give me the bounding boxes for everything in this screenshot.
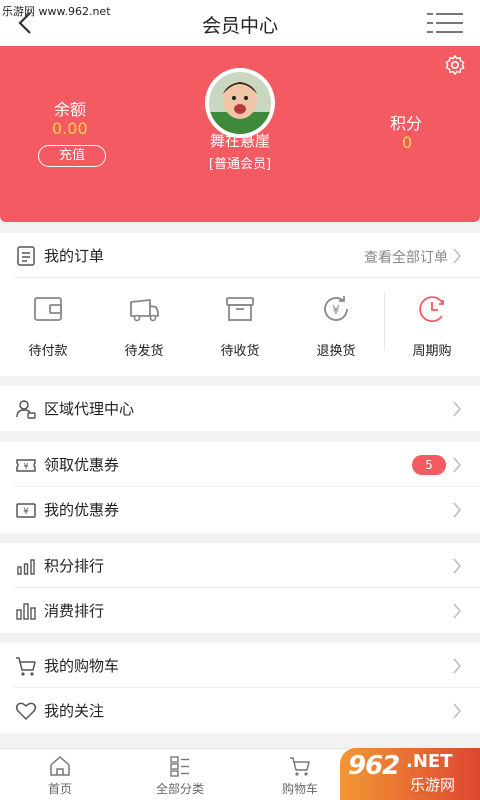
view-all-orders-link[interactable]: 查看全部订单 — [364, 247, 448, 267]
my-follow-label: 我的关注 — [44, 702, 105, 720]
avatar[interactable] — [205, 68, 275, 138]
points-value: 0 — [402, 133, 413, 152]
watermark-logo: 962 .NET 乐游网 — [340, 748, 480, 800]
spending-ranking-label: 消费排行 — [44, 602, 105, 620]
points-ranking-row[interactable]: 积分排行 — [0, 543, 480, 588]
box-icon — [226, 297, 254, 321]
shopping-card: 我的购物车 我的关注 — [0, 643, 480, 733]
user-badge-icon — [16, 400, 36, 419]
orders-title: 我的订单 — [44, 247, 105, 265]
order-status-bar: 待付款 待发货 待收货 ¥ 退换货 周期购 — [0, 278, 480, 378]
my-coupons-row[interactable]: ¥ 我的优惠券 — [0, 487, 480, 532]
agent-center-label: 区域代理中心 — [44, 400, 135, 418]
gear-icon[interactable] — [444, 54, 466, 76]
order-subscription[interactable]: 周期购 — [384, 278, 480, 378]
truck-icon — [130, 299, 159, 322]
heart-icon — [15, 702, 37, 720]
order-returns[interactable]: ¥ 退换货 — [288, 278, 384, 378]
balance-label: 余额 — [54, 100, 87, 119]
svg-text:¥: ¥ — [23, 462, 28, 471]
coupon-icon: ¥ — [16, 459, 36, 472]
points-ranking-label: 积分排行 — [44, 557, 105, 575]
spending-ranking-row[interactable]: 消费排行 — [0, 588, 480, 633]
my-coupons-label: 我的优惠券 — [44, 501, 120, 519]
orders-header[interactable]: 我的订单 查看全部订单 — [0, 233, 480, 278]
bar-chart-icon — [17, 559, 35, 575]
orders-card: 我的订单 查看全部订单 待付款 待发货 待收货 ¥ 退换货 周期购 — [0, 233, 480, 376]
home-icon — [50, 756, 70, 776]
tab-categories[interactable]: 全部分类 — [120, 749, 240, 800]
agent-center-row[interactable]: 区域代理中心 — [0, 386, 480, 431]
order-pending-receipt[interactable]: 待收货 — [192, 278, 288, 378]
category-icon — [170, 756, 189, 777]
svg-text:¥: ¥ — [23, 507, 29, 517]
points-label: 积分 — [390, 114, 423, 133]
chevron-right-icon — [453, 558, 461, 574]
chevron-right-icon — [453, 248, 461, 264]
menu-icon[interactable] — [426, 10, 464, 36]
chevron-right-icon — [453, 401, 461, 417]
coupon-count-badge: 5 — [412, 455, 446, 475]
order-pending-payment[interactable]: 待付款 — [0, 278, 96, 378]
coupons-card: ¥ 领取优惠券 5 ¥ 我的优惠券 — [0, 442, 480, 533]
order-pending-shipment[interactable]: 待发货 — [96, 278, 192, 378]
chevron-right-icon — [453, 658, 461, 674]
chevron-right-icon — [453, 457, 461, 473]
agent-card: 区域代理中心 — [0, 386, 480, 431]
profile-header: 余额 0.00 充值 舞在悬崖 [普通会员] 积分 0 — [0, 46, 480, 222]
svg-text:¥: ¥ — [332, 303, 340, 317]
tab-home[interactable]: 首页 — [0, 749, 120, 800]
avatar-photo — [209, 72, 271, 134]
refund-icon: ¥ — [324, 296, 348, 321]
order-list-icon — [17, 246, 35, 266]
get-coupons-label: 领取优惠券 — [44, 456, 120, 474]
wallet-icon — [34, 297, 62, 321]
chevron-right-icon — [453, 502, 461, 518]
my-follow-row[interactable]: 我的关注 — [0, 688, 480, 733]
cart-icon — [290, 757, 310, 776]
member-level: [普通会员] — [208, 157, 272, 172]
watermark-text: 乐游网 www.962.net — [2, 5, 111, 18]
cart-icon — [16, 657, 36, 676]
chevron-right-icon — [453, 703, 461, 719]
my-cart-row[interactable]: 我的购物车 — [0, 643, 480, 688]
coupon-ticket-icon: ¥ — [16, 503, 36, 518]
rankings-card: 积分排行 消费排行 — [0, 543, 480, 633]
my-cart-label: 我的购物车 — [44, 657, 120, 675]
clock-icon — [419, 296, 444, 323]
chevron-right-icon — [453, 603, 461, 619]
bar-chart-icon — [16, 603, 36, 620]
get-coupons-row[interactable]: ¥ 领取优惠券 5 — [0, 442, 480, 487]
